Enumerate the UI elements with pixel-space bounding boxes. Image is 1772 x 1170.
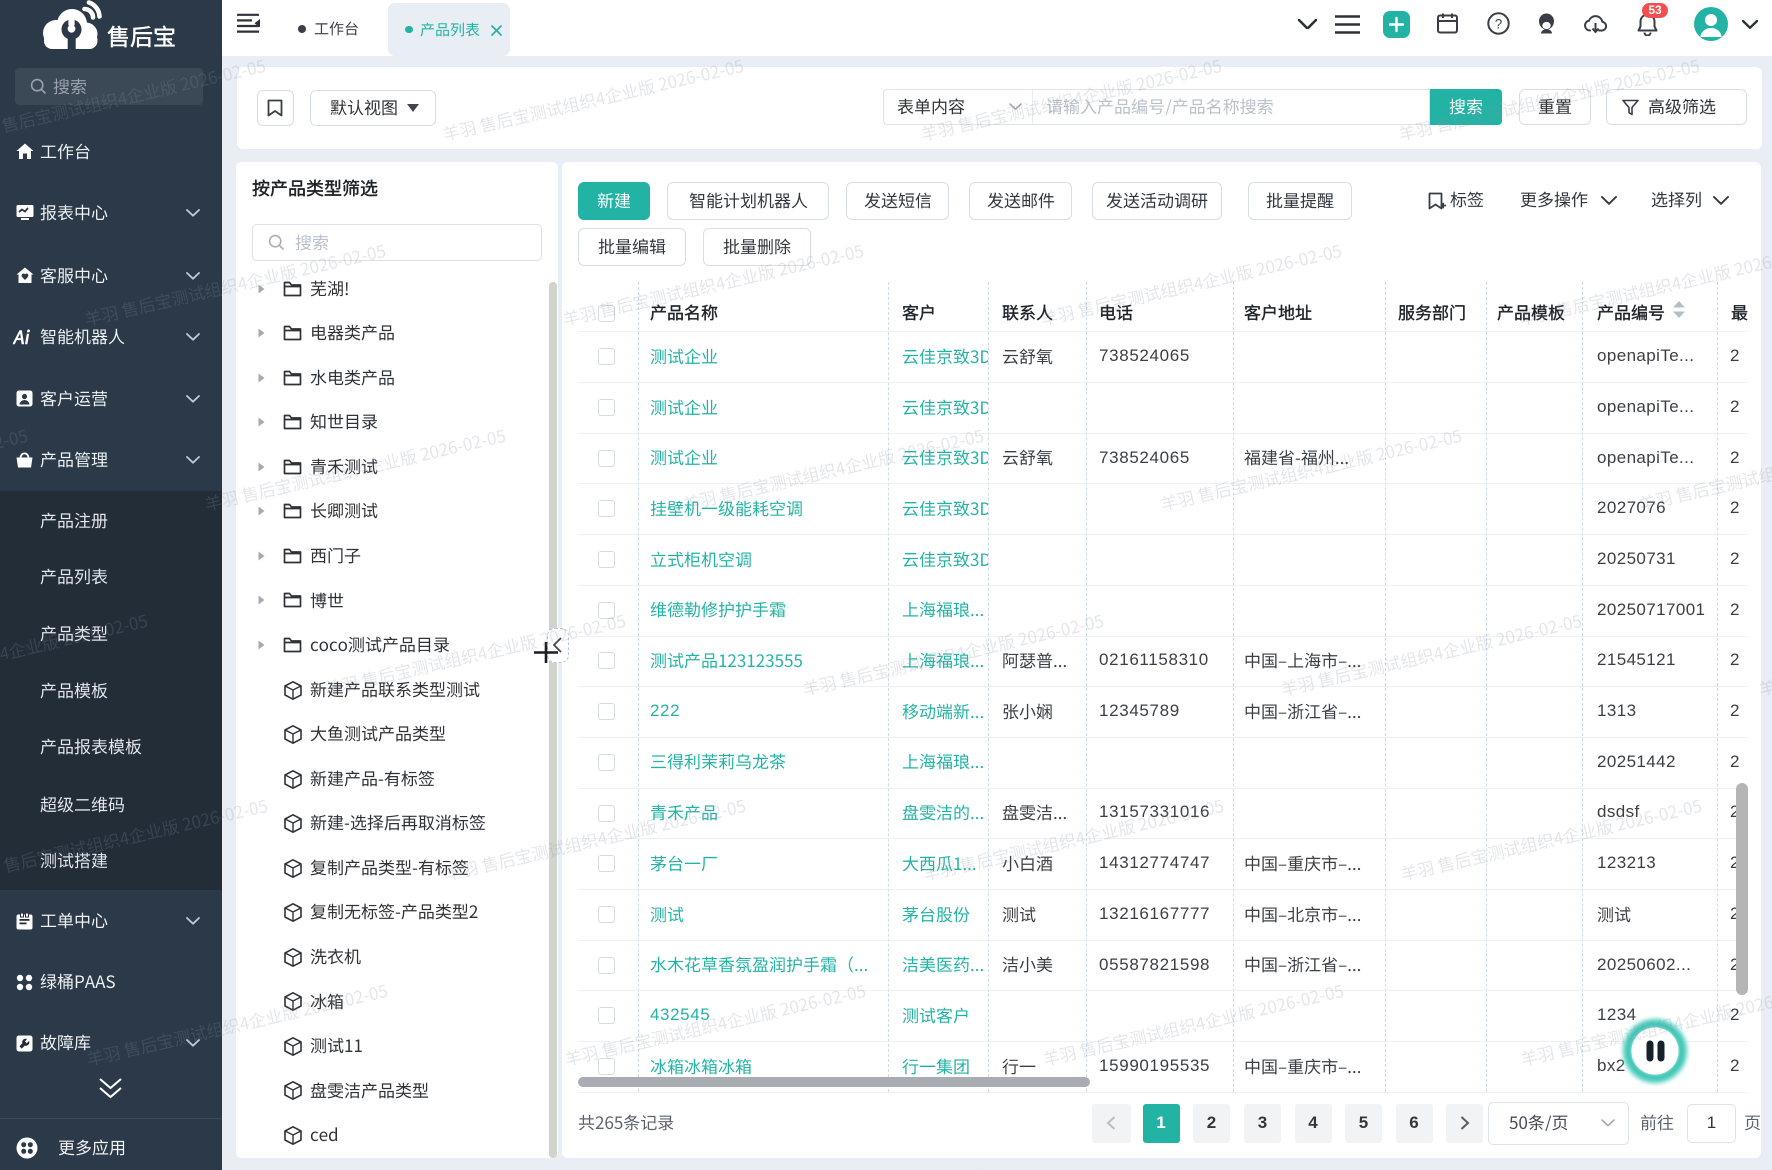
svg-text:?: ?	[1495, 17, 1503, 32]
